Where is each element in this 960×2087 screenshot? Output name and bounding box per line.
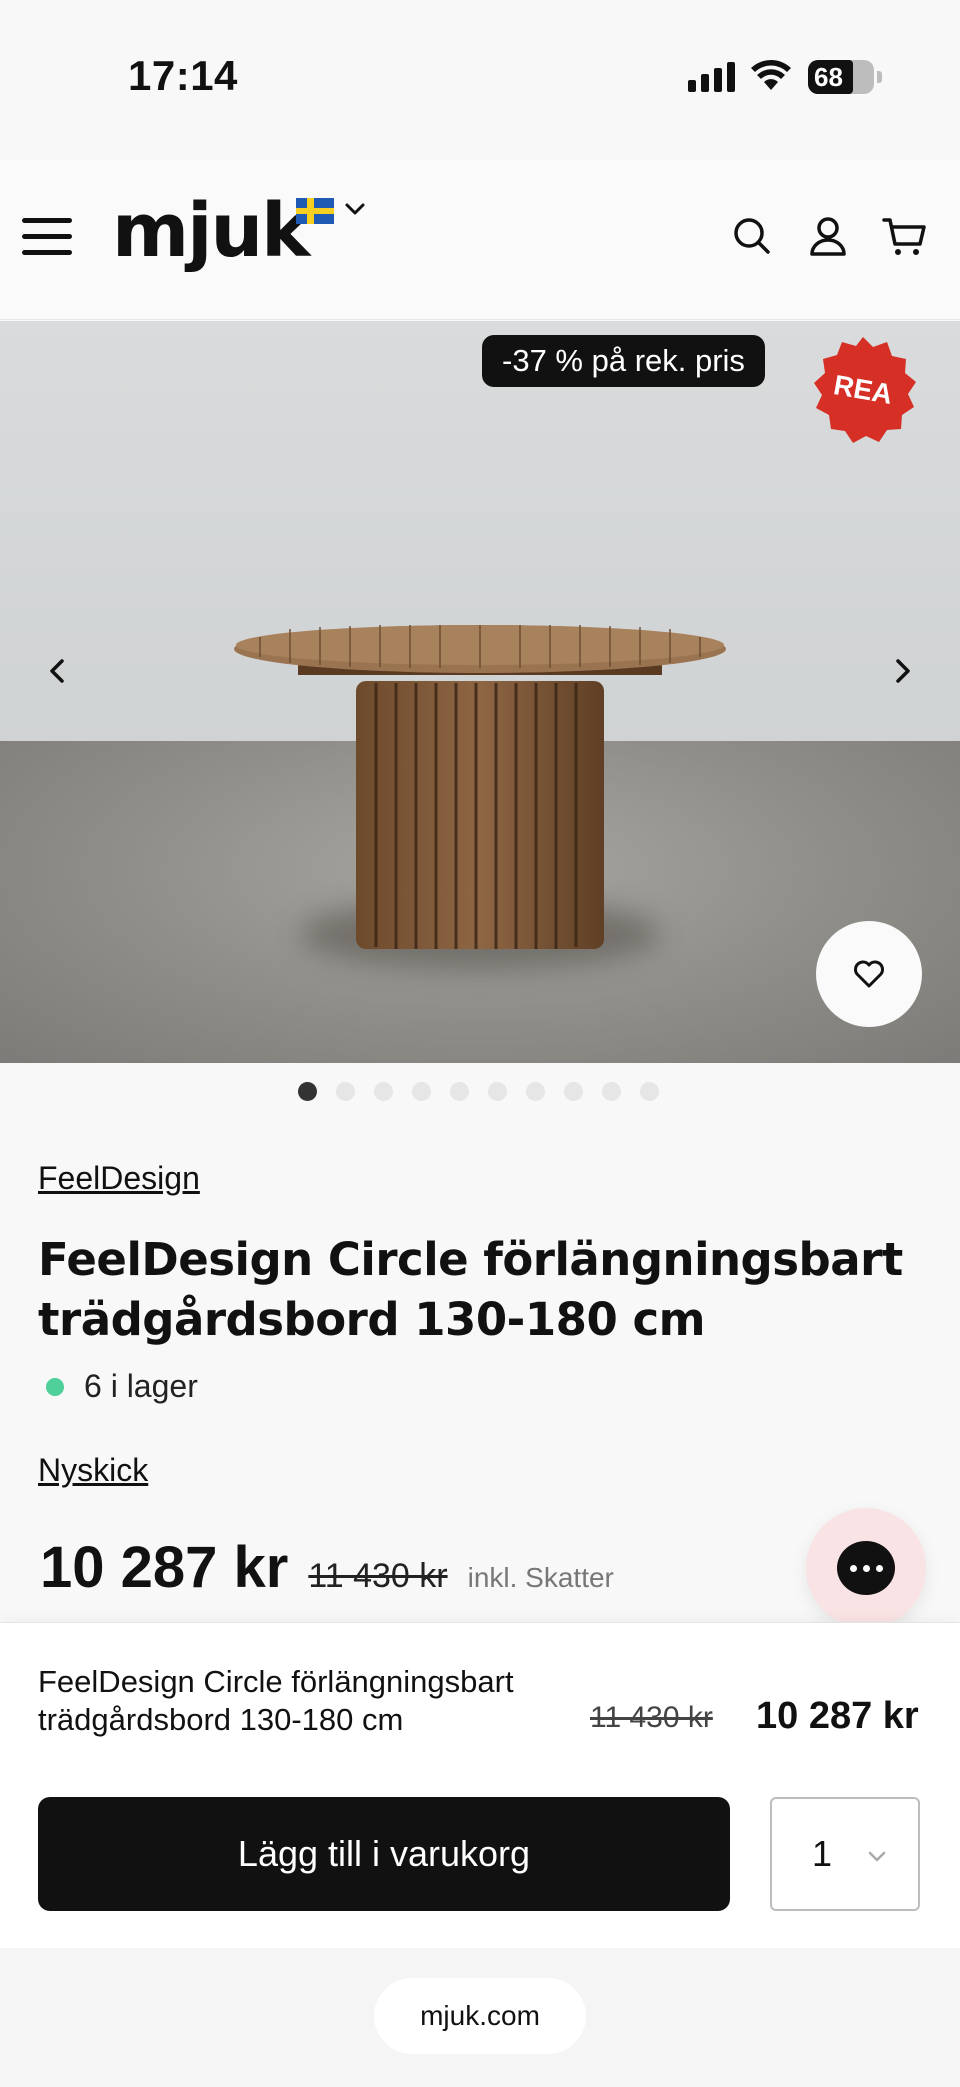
stock-status: 6 i lager [46,1368,198,1405]
original-price: 11 430 kr [308,1557,448,1595]
wishlist-button[interactable] [816,921,922,1027]
chevron-right-icon[interactable] [882,651,922,691]
sticky-add-to-cart-bar: FeelDesign Circle förlängningsbart trädg… [0,1622,960,1948]
quantity-select[interactable]: 1 [770,1797,920,1911]
cellular-signal-icon [688,62,735,92]
current-price: 10 287 kr [40,1535,289,1600]
pagination-dot[interactable] [336,1082,355,1101]
condition-link[interactable]: Nyskick [38,1452,148,1489]
search-icon[interactable] [726,210,778,262]
in-stock-indicator [46,1377,64,1396]
status-bar: 17:14 68 [0,0,960,160]
stock-label: 6 i lager [84,1368,198,1404]
sweden-flag-icon[interactable] [296,198,334,224]
account-icon[interactable] [802,210,854,262]
product-title: FeelDesign Circle förlängningsbart trädg… [38,1233,903,1346]
product-image [234,625,726,949]
tax-note: inkl. Skatter [467,1562,614,1593]
logo[interactable]: mjuk [112,188,310,274]
battery-level: 68 [814,62,843,92]
pagination-dot[interactable] [298,1082,317,1101]
quantity-value: 1 [812,1833,833,1874]
wifi-icon [751,60,791,90]
status-time: 17:14 [128,52,238,99]
brand-link[interactable]: FeelDesign [38,1160,200,1197]
menu-button[interactable] [22,218,72,256]
chevron-down-icon[interactable] [342,196,368,222]
heart-icon [854,960,884,988]
browser-bar: mjuk.com [0,1948,960,2087]
product-image-carousel[interactable]: -37 % på rek. pris REA [0,321,960,1063]
sticky-original-price: 11 430 kr [590,1701,713,1734]
chevron-down-icon [868,1851,886,1862]
add-to-cart-button[interactable]: Lägg till i varukorg [38,1797,730,1911]
pagination-dot[interactable] [640,1082,659,1101]
pagination-dot[interactable] [564,1082,583,1101]
pagination-dot[interactable] [488,1082,507,1101]
pagination-dot[interactable] [374,1082,393,1101]
chat-bubble-icon [837,1541,895,1595]
sale-badge: REA [814,337,916,443]
battery-icon: 68 [808,60,882,94]
chat-button[interactable] [806,1508,926,1628]
site-header: mjuk [0,160,960,320]
sticky-current-price: 10 287 kr [756,1695,919,1737]
pagination-dot[interactable] [526,1082,545,1101]
chevron-left-icon[interactable] [38,651,78,691]
pagination-dot[interactable] [412,1082,431,1101]
sticky-product-title: FeelDesign Circle förlängningsbart trädg… [38,1664,514,1737]
price-row: 10 287 kr 11 430 kr inkl. Skatter [40,1534,614,1601]
url-bar[interactable]: mjuk.com [374,1978,586,2054]
cart-icon[interactable] [878,210,930,262]
discount-tag: -37 % på rek. pris [482,335,765,387]
pagination-dot[interactable] [602,1082,621,1101]
carousel-pagination [298,1082,659,1101]
pagination-dot[interactable] [450,1082,469,1101]
